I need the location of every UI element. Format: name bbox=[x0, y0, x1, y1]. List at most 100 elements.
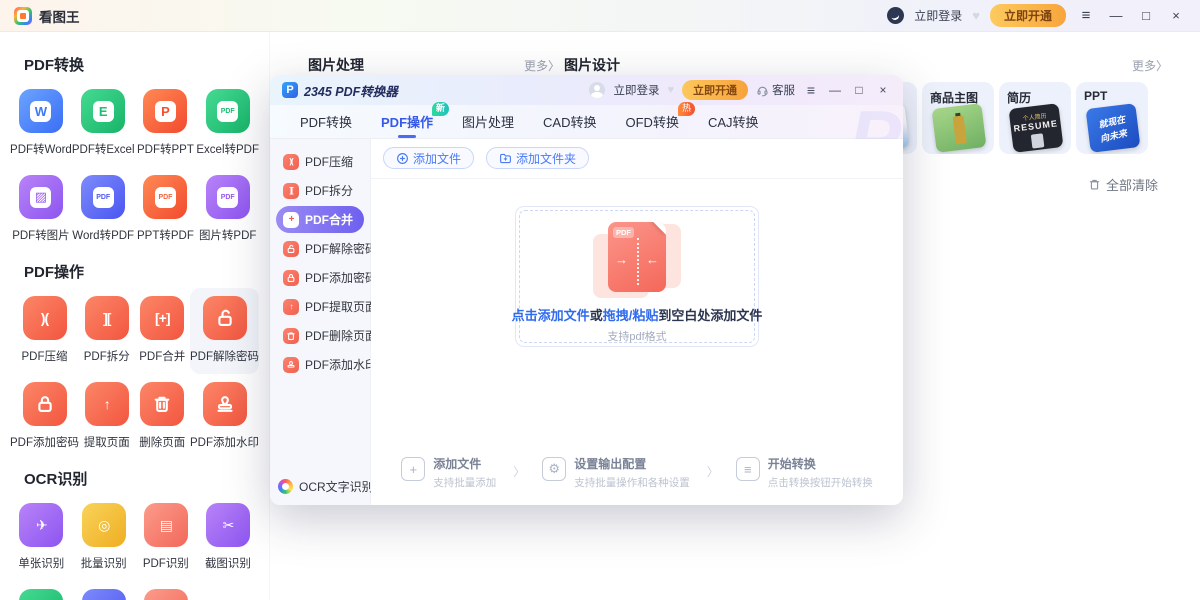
nav-pdf-watermark[interactable]: PDF添加水印 bbox=[276, 351, 364, 378]
dialog-close-icon[interactable]: × bbox=[875, 83, 891, 97]
dialog-heart-icon[interactable]: ♥ bbox=[667, 84, 674, 96]
tool-pdf-merge[interactable]: [+] PDF合并 bbox=[135, 288, 191, 374]
folder-plus-icon bbox=[499, 152, 512, 165]
tab-cad-convert[interactable]: CAD转换 bbox=[543, 112, 596, 131]
avatar-icon[interactable] bbox=[887, 7, 904, 24]
arrow-right-icon: → bbox=[615, 252, 628, 267]
tool-word-to-pdf[interactable]: PDF Word转PDF bbox=[72, 167, 135, 253]
pdf-converter-dialog: P 2345 PDF转换器 立即登录 ♥ 立即开通 客服 ≡ — □ × PDF… bbox=[270, 75, 903, 505]
tool-pdf-compress[interactable]: )( PDF压缩 bbox=[10, 288, 79, 374]
minimize-icon[interactable]: — bbox=[1106, 8, 1126, 23]
maximize-icon[interactable]: □ bbox=[1136, 8, 1156, 23]
dropzone-hint: 支持pdf格式 bbox=[607, 328, 666, 344]
file-dropzone[interactable]: PDF → ← 点击添加文件或拖拽/粘贴到空白处添加文件 支持pdf格式 bbox=[515, 206, 759, 347]
workflow-steps: + 添加文件 支持批量添加 〉 ⚙ 设置输出配置 支持批量操作和各种设置 bbox=[371, 455, 903, 490]
dialog-maximize-icon[interactable]: □ bbox=[851, 83, 867, 97]
circle-plus-icon bbox=[396, 152, 409, 165]
pdf-to-word-icon: W bbox=[19, 89, 63, 133]
more-link-image-design[interactable]: 更多〉 bbox=[1132, 57, 1168, 74]
stamp-icon bbox=[283, 357, 299, 373]
dialog-tabs: PDF转换 PDF操作新 图片处理 CAD转换 OFD转换热 CAJ转换 P bbox=[270, 105, 903, 139]
tool-pdf-watermark[interactable]: PDF添加水印 bbox=[190, 374, 259, 460]
dialog-minimize-icon[interactable]: — bbox=[827, 83, 843, 97]
menu-icon[interactable]: ≡ bbox=[1076, 7, 1096, 24]
excel-to-pdf-icon: PDF bbox=[206, 89, 250, 133]
tool-extract-pages[interactable]: ↑ 提取页面 bbox=[79, 374, 135, 460]
merge-icon: + bbox=[283, 212, 299, 228]
dialog-support-button[interactable]: 客服 bbox=[756, 82, 795, 98]
tool-image-to-pdf[interactable]: PDF 图片转PDF bbox=[196, 167, 259, 253]
hot-badge: 热 bbox=[678, 102, 695, 116]
trash-icon bbox=[140, 382, 184, 426]
pdf-to-image-icon: ▨ bbox=[19, 175, 63, 219]
section-title-pdf-ops: PDF操作 bbox=[24, 261, 269, 282]
tool-pdf-split[interactable]: ][ PDF拆分 bbox=[79, 288, 135, 374]
tool-ppt-to-pdf[interactable]: PDF PPT转PDF bbox=[135, 167, 197, 253]
tool-pdf-to-excel[interactable]: E PDF转Excel bbox=[72, 81, 135, 167]
lock-open-icon bbox=[283, 241, 299, 257]
merge-icon: [+] bbox=[140, 296, 184, 340]
card-thumbnail: 就现在 向未来 bbox=[1086, 103, 1141, 153]
tool-pdf-to-word[interactable]: W PDF转Word bbox=[10, 81, 72, 167]
nav-pdf-encrypt[interactable]: PDF添加密码 bbox=[276, 264, 364, 291]
dialog-upgrade-button[interactable]: 立即开通 bbox=[682, 80, 748, 100]
dialog-menu-icon[interactable]: ≡ bbox=[803, 82, 819, 98]
design-card-ppt[interactable]: PPT 就现在 向未来 bbox=[1076, 82, 1148, 154]
dialog-title: 2345 PDF转换器 bbox=[304, 81, 398, 100]
more-link-image-processing[interactable]: 更多〉 bbox=[524, 57, 560, 74]
extract-pages-icon: ↑ bbox=[85, 382, 129, 426]
close-icon[interactable]: × bbox=[1166, 8, 1186, 23]
tool-delete-pages[interactable]: 删除页面 bbox=[135, 374, 191, 460]
tool-pdf-to-image[interactable]: ▨ PDF转图片 bbox=[10, 167, 72, 253]
nav-pdf-merge[interactable]: + PDF合并 bbox=[276, 206, 364, 233]
tab-image-processing[interactable]: 图片处理 bbox=[462, 112, 514, 131]
nav-pdf-delete-pages[interactable]: PDF删除页面 bbox=[276, 322, 364, 349]
compress-icon: )( bbox=[283, 154, 299, 170]
nav-ocr-text-recognition[interactable]: OCR文字识别 bbox=[278, 478, 374, 495]
dialog-login-link[interactable]: 立即登录 bbox=[613, 82, 659, 98]
image-to-word-icon: W bbox=[82, 589, 126, 600]
design-card-product[interactable]: 商品主图 bbox=[922, 82, 994, 154]
app-window: 看图王 立即登录 ♥ 立即开通 ≡ — □ × PDF转换 W PDF转Word… bbox=[0, 0, 1200, 600]
tab-pdf-operations[interactable]: PDF操作新 bbox=[381, 112, 433, 131]
dialog-logo-icon: P bbox=[282, 82, 298, 98]
split-icon: ][ bbox=[85, 296, 129, 340]
dialog-content: 添加文件 添加文件夹 PDF → bbox=[371, 139, 903, 505]
stamp-icon bbox=[203, 382, 247, 426]
tool-image-to-word[interactable]: W 图片转Word bbox=[73, 581, 135, 600]
add-folder-button[interactable]: 添加文件夹 bbox=[486, 147, 589, 169]
tool-image-to-pdf-ocr[interactable]: ~ 图片转PDF bbox=[135, 581, 197, 600]
tool-pdf-ocr[interactable]: ▤ PDF识别 bbox=[135, 495, 197, 581]
add-file-button[interactable]: 添加文件 bbox=[383, 147, 474, 169]
tab-ofd-convert[interactable]: OFD转换热 bbox=[626, 112, 679, 131]
image-to-excel-icon: E bbox=[19, 589, 63, 600]
tool-batch-ocr[interactable]: ◎ 批量识别 bbox=[73, 495, 135, 581]
clear-all-button[interactable]: 全部清除 bbox=[1088, 175, 1158, 194]
heart-icon[interactable]: ♥ bbox=[972, 8, 980, 23]
dialog-toolbar: 添加文件 添加文件夹 bbox=[371, 139, 903, 179]
nav-pdf-unlock[interactable]: PDF解除密码 bbox=[276, 235, 364, 262]
tool-pdf-encrypt[interactable]: PDF添加密码 bbox=[10, 374, 79, 460]
nav-pdf-split[interactable]: ][ PDF拆分 bbox=[276, 177, 364, 204]
nav-pdf-compress[interactable]: )( PDF压缩 bbox=[276, 148, 364, 175]
tool-excel-to-pdf[interactable]: PDF Excel转PDF bbox=[196, 81, 259, 167]
login-link[interactable]: 立即登录 bbox=[914, 7, 962, 24]
design-card-resume[interactable]: 简历 个人简历 RESUME bbox=[999, 82, 1071, 154]
arrow-left-icon: ← bbox=[646, 252, 659, 267]
tool-pdf-unlock[interactable]: PDF解除密码 bbox=[190, 288, 259, 374]
tool-screenshot-ocr[interactable]: ✂ 截图识别 bbox=[197, 495, 259, 581]
grid-pdf-ops: )( PDF压缩 ][ PDF拆分 [+] PDF合并 PDF解除密码 bbox=[0, 288, 269, 460]
tool-pdf-to-ppt[interactable]: P PDF转PPT bbox=[135, 81, 197, 167]
dropzone-caption: 点击添加文件或拖拽/粘贴到空白处添加文件 bbox=[512, 305, 763, 324]
batch-ocr-icon: ◎ bbox=[82, 503, 126, 547]
tab-caj-convert[interactable]: CAJ转换 bbox=[708, 112, 759, 131]
nav-pdf-extract-pages[interactable]: ↑ PDF提取页面 bbox=[276, 293, 364, 320]
tool-image-to-excel[interactable]: E 图片转Excel bbox=[10, 581, 73, 600]
tool-single-ocr[interactable]: ✈ 单张识别 bbox=[10, 495, 73, 581]
dialog-avatar-icon[interactable] bbox=[589, 82, 605, 98]
lock-icon bbox=[283, 270, 299, 286]
section-title-ocr: OCR识别 bbox=[24, 468, 269, 489]
dialog-titlebar: P 2345 PDF转换器 立即登录 ♥ 立即开通 客服 ≡ — □ × bbox=[270, 75, 903, 105]
upgrade-button[interactable]: 立即开通 bbox=[990, 4, 1066, 27]
tab-pdf-convert[interactable]: PDF转换 bbox=[300, 112, 352, 131]
